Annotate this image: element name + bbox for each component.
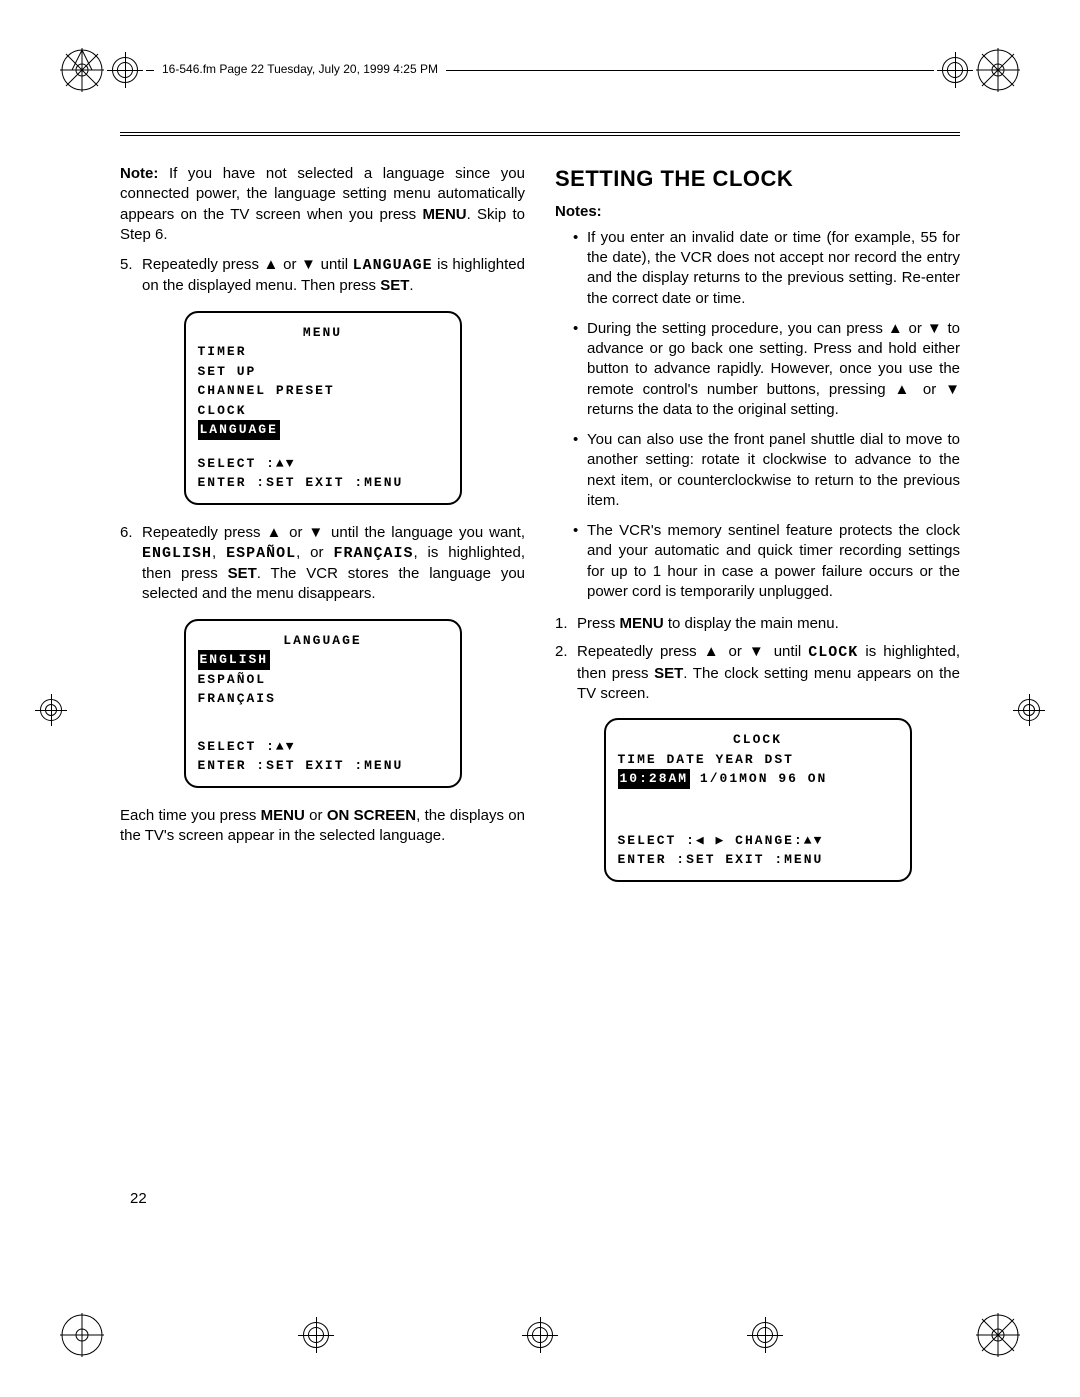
osd-title: CLOCK (618, 730, 898, 750)
reg-mark-left (40, 699, 62, 721)
reg-mark-top-left (112, 57, 138, 83)
osd-highlight: ENGLISH (198, 650, 271, 670)
header-meta-text: 16-546.fm Page 22 Tuesday, July 20, 1999… (154, 62, 446, 76)
osd-menu-clock: CLOCK TIME DATE YEAR DST 10:28AM 1/01MON… (604, 718, 912, 882)
list-item: The VCR's memory sentinel feature protec… (573, 521, 960, 602)
up-down-arrows-icon: ▲ or ▼ (704, 643, 767, 660)
up-down-arrows-icon: ▲ or ▼ (264, 256, 317, 273)
crop-radial-top-left (60, 48, 104, 92)
reg-mark-bottom-right (752, 1322, 778, 1348)
notes-list: If you enter an invalid date or time (fo… (573, 228, 960, 602)
list-item: During the setting procedure, you can pr… (573, 319, 960, 420)
note-paragraph: Note: If you have not selected a languag… (120, 164, 525, 245)
right-column: SETTING THE CLOCK Notes: If you enter an… (555, 164, 960, 900)
note-label: Note: (120, 165, 158, 182)
closing-paragraph: Each time you press MENU or ON SCREEN, t… (120, 806, 525, 847)
list-item: If you enter an invalid date or time (fo… (573, 228, 960, 309)
reg-mark-right (1018, 699, 1040, 721)
osd-menu-language: LANGUAGE ENGLISH ESPAÑOL FRANÇAIS SELECT… (184, 619, 462, 788)
reg-mark-bottom-left (303, 1322, 329, 1348)
osd-highlight: LANGUAGE (198, 420, 280, 440)
osd-menu-main: MENU TIMER SET UP CHANNEL PRESET CLOCK L… (184, 311, 462, 505)
crop-header: 16-546.fm Page 22 Tuesday, July 20, 1999… (60, 48, 1020, 92)
step-number: 6. (120, 523, 142, 605)
page-number: 22 (130, 1190, 147, 1207)
up-down-arrows-icon: ▲ or ▼ (267, 524, 326, 541)
left-column: Note: If you have not selected a languag… (120, 164, 525, 900)
notes-label: Notes: (555, 202, 960, 222)
list-item: You can also use the front panel shuttle… (573, 430, 960, 511)
step-6: 6. Repeatedly press ▲ or ▼ until the lan… (120, 523, 525, 605)
crop-footer (60, 1313, 1020, 1357)
step-1: 1. Press MENU to display the main menu. (555, 614, 960, 634)
section-heading: SETTING THE CLOCK (555, 164, 960, 194)
osd-highlight: 10:28AM (618, 769, 691, 789)
step-number: 1. (555, 614, 577, 634)
page: 16-546.fm Page 22 Tuesday, July 20, 1999… (0, 0, 1080, 1397)
content-frame: Note: If you have not selected a languag… (120, 132, 960, 900)
step-number: 5. (120, 255, 142, 297)
header-rule: 16-546.fm Page 22 Tuesday, July 20, 1999… (146, 70, 934, 71)
reg-mark-top-right (942, 57, 968, 83)
osd-title: LANGUAGE (198, 631, 448, 651)
step-2: 2. Repeatedly press ▲ or ▼ until CLOCK i… (555, 642, 960, 704)
step-number: 2. (555, 642, 577, 704)
osd-title: MENU (198, 323, 448, 343)
crop-radial-bottom-left (60, 1313, 104, 1357)
step-5: 5. Repeatedly press ▲ or ▼ until LANGUAG… (120, 255, 525, 297)
reg-mark-bottom-mid (527, 1322, 553, 1348)
crop-radial-top-right (976, 48, 1020, 92)
crop-radial-bottom-right (976, 1313, 1020, 1357)
